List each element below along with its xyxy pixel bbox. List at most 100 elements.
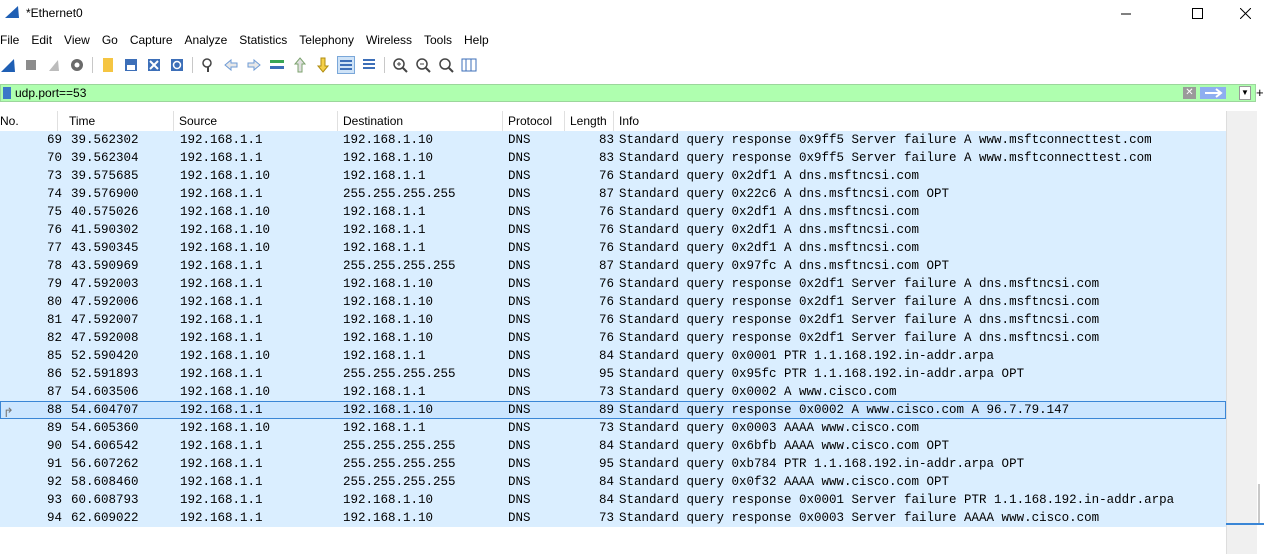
open-file-button[interactable] bbox=[100, 57, 116, 73]
menu-view[interactable]: View bbox=[58, 30, 96, 50]
table-row[interactable]: 78 43.590969 192.168.1.1 255.255.255.255 DNS… bbox=[0, 257, 1226, 275]
table-row[interactable]: 69 39.562302 192.168.1.1 192.168.1.10 DNS 83 S… bbox=[0, 131, 1226, 149]
menu-file[interactable]: File bbox=[0, 30, 25, 50]
packet-time: 56.607262 bbox=[71, 457, 139, 471]
packet-number: 86 bbox=[46, 367, 62, 381]
table-row[interactable]: 77 43.590345 192.168.1.10 192.168.1.1 DNS 76 S… bbox=[0, 239, 1226, 257]
column-header-no[interactable]: No. bbox=[0, 114, 19, 128]
table-row[interactable]: 73 39.575685 192.168.1.10 192.168.1.1 DNS 76 S… bbox=[0, 167, 1226, 185]
zoom-reset-button[interactable] bbox=[438, 57, 454, 73]
column-header-length[interactable]: Length bbox=[570, 114, 607, 128]
column-header-info[interactable]: Info bbox=[619, 114, 639, 128]
packet-length: 83 bbox=[598, 133, 614, 147]
reload-file-button[interactable] bbox=[169, 57, 185, 73]
capture-options-button[interactable] bbox=[69, 57, 85, 73]
column-divider[interactable] bbox=[564, 111, 565, 131]
table-row[interactable]: 88 54.604707 192.168.1.1 192.168.1.10 DNS 89 S… bbox=[0, 401, 1226, 419]
packet-info: Standard query 0x0001 PTR 1.1.168.192.in… bbox=[619, 349, 995, 363]
save-file-button[interactable] bbox=[123, 57, 139, 73]
display-filter-input[interactable] bbox=[15, 85, 1115, 101]
stop-capture-button[interactable] bbox=[23, 57, 39, 73]
table-row[interactable]: 82 47.592008 192.168.1.1 192.168.1.10 DNS 76 S… bbox=[0, 329, 1226, 347]
packet-info: Standard query 0x2df1 A dns.msftncsi.com bbox=[619, 223, 920, 237]
table-row[interactable]: 90 54.606542 192.168.1.1 255.255.255.255 DNS… bbox=[0, 437, 1226, 455]
packet-length: 95 bbox=[598, 367, 614, 381]
add-filter-button-plus-icon[interactable]: + bbox=[1256, 84, 1264, 102]
table-row[interactable]: 94 62.609022 192.168.1.1 192.168.1.10 DNS 73 S… bbox=[0, 509, 1226, 527]
menu-telephony[interactable]: Telephony bbox=[293, 30, 360, 50]
resize-columns-button[interactable] bbox=[461, 57, 477, 73]
packet-minimap-marker bbox=[1226, 523, 1264, 525]
table-row[interactable]: 70 39.562304 192.168.1.1 192.168.1.10 DNS 83 S… bbox=[0, 149, 1226, 167]
menu-go[interactable]: Go bbox=[96, 30, 124, 50]
packet-number: 89 bbox=[46, 421, 62, 435]
autoscroll-icon bbox=[340, 60, 352, 70]
menu-capture[interactable]: Capture bbox=[124, 30, 179, 50]
table-row[interactable]: 79 47.592003 192.168.1.1 192.168.1.10 DNS 76 S… bbox=[0, 275, 1226, 293]
start-capture-button[interactable] bbox=[0, 57, 16, 73]
table-row[interactable]: 85 52.590420 192.168.1.10 192.168.1.1 DNS 84 S… bbox=[0, 347, 1226, 365]
packet-list-scrollbar[interactable] bbox=[1226, 111, 1257, 554]
table-row[interactable]: 80 47.592006 192.168.1.1 192.168.1.10 DNS 76 S… bbox=[0, 293, 1226, 311]
packet-length: 84 bbox=[598, 439, 614, 453]
minimize-icon bbox=[1121, 13, 1131, 14]
packet-number: 78 bbox=[46, 259, 62, 273]
table-row[interactable]: 86 52.591893 192.168.1.1 255.255.255.255 DNS… bbox=[0, 365, 1226, 383]
last-packet-button[interactable] bbox=[315, 57, 331, 73]
table-row[interactable]: 92 58.608460 192.168.1.1 255.255.255.255 DNS… bbox=[0, 473, 1226, 491]
autoscroll-button[interactable] bbox=[337, 56, 355, 74]
column-header-source[interactable]: Source bbox=[179, 114, 217, 128]
packet-length: 76 bbox=[598, 331, 614, 345]
packet-length: 73 bbox=[598, 511, 614, 525]
minimize-button[interactable] bbox=[1103, 0, 1149, 27]
table-row[interactable]: 75 40.575026 192.168.1.10 192.168.1.1 DNS 76 S… bbox=[0, 203, 1226, 221]
table-row[interactable]: 93 60.608793 192.168.1.1 192.168.1.10 DNS 84 S… bbox=[0, 491, 1226, 509]
packet-source: 192.168.1.1 bbox=[180, 475, 263, 489]
close-window-button[interactable] bbox=[1222, 0, 1264, 27]
filter-history-dropdown[interactable]: ▼ bbox=[1239, 86, 1251, 100]
table-row[interactable]: 74 39.576900 192.168.1.1 255.255.255.255 DNS… bbox=[0, 185, 1226, 203]
column-divider[interactable] bbox=[502, 111, 503, 131]
go-forward-button[interactable] bbox=[246, 57, 262, 73]
table-row[interactable]: 87 54.603506 192.168.1.10 192.168.1.1 DNS 73 S… bbox=[0, 383, 1226, 401]
table-row[interactable]: 76 41.590302 192.168.1.10 192.168.1.1 DNS 76 S… bbox=[0, 221, 1226, 239]
zoom-in-button[interactable] bbox=[392, 57, 408, 73]
column-divider[interactable] bbox=[613, 111, 614, 131]
menu-edit[interactable]: Edit bbox=[25, 30, 58, 50]
filter-bookmark-icon[interactable] bbox=[3, 87, 11, 99]
resize-columns-icon bbox=[461, 58, 477, 72]
find-packet-button[interactable] bbox=[200, 57, 216, 73]
menu-tools[interactable]: Tools bbox=[418, 30, 458, 50]
apply-filter-button[interactable] bbox=[1200, 87, 1226, 99]
packet-length: 87 bbox=[598, 187, 614, 201]
related-packet-arrow-icon: ↱ bbox=[3, 405, 14, 420]
column-header-protocol[interactable]: Protocol bbox=[508, 114, 552, 128]
column-header-time[interactable]: Time bbox=[69, 114, 95, 128]
column-divider[interactable] bbox=[57, 111, 58, 131]
column-divider[interactable] bbox=[173, 111, 174, 131]
table-row[interactable]: 81 47.592007 192.168.1.1 192.168.1.10 DNS 76 S… bbox=[0, 311, 1226, 329]
packet-time: 62.609022 bbox=[71, 511, 139, 525]
menu-analyze[interactable]: Analyze bbox=[179, 30, 234, 50]
go-back-button[interactable] bbox=[223, 57, 239, 73]
menu-help[interactable]: Help bbox=[458, 30, 495, 50]
zoom-out-button[interactable] bbox=[415, 57, 431, 73]
maximize-button[interactable] bbox=[1174, 0, 1220, 27]
restart-capture-button[interactable] bbox=[46, 57, 62, 73]
close-file-button[interactable] bbox=[146, 57, 162, 73]
packet-info: Standard query response 0x2df1 Server fa… bbox=[619, 313, 1100, 327]
column-divider[interactable] bbox=[337, 111, 338, 131]
table-row[interactable]: 89 54.605360 192.168.1.10 192.168.1.1 DNS 73 S… bbox=[0, 419, 1226, 437]
colorize-button[interactable] bbox=[361, 57, 377, 73]
packet-length: 73 bbox=[598, 385, 614, 399]
menu-statistics[interactable]: Statistics bbox=[233, 30, 293, 50]
scroll-thumb[interactable] bbox=[1258, 484, 1260, 524]
clear-filter-button[interactable]: ✕ bbox=[1183, 87, 1196, 99]
table-row[interactable]: 91 56.607262 192.168.1.1 255.255.255.255 DNS… bbox=[0, 455, 1226, 473]
menu-wireless[interactable]: Wireless bbox=[360, 30, 418, 50]
go-to-packet-button[interactable] bbox=[269, 57, 285, 73]
column-header-destination[interactable]: Destination bbox=[343, 114, 403, 128]
packet-number: 82 bbox=[46, 331, 62, 345]
packet-destination: 192.168.1.1 bbox=[343, 205, 426, 219]
first-packet-button[interactable] bbox=[292, 57, 308, 73]
